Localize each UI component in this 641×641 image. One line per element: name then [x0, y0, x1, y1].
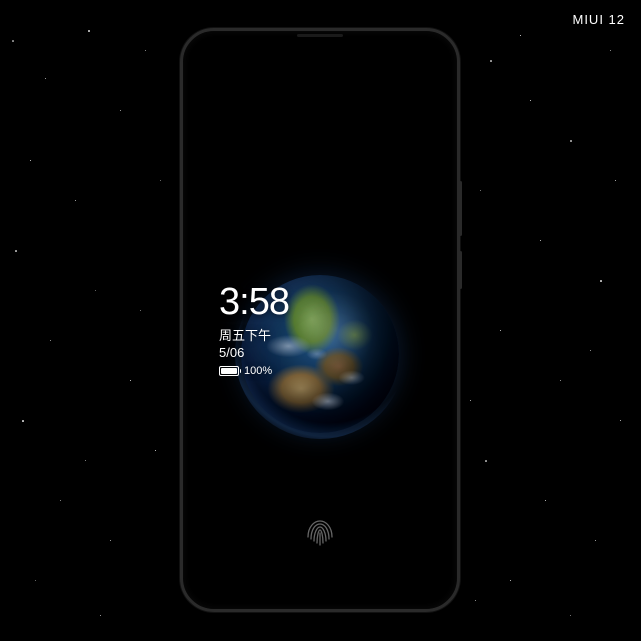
battery-status: 100% — [219, 365, 289, 377]
battery-icon — [219, 366, 239, 376]
day-period: 周五下午 — [219, 325, 289, 344]
date: 5/06 — [219, 345, 289, 360]
phone-frame: 3:58 周五下午 5/06 100% — [180, 28, 460, 612]
volume-button[interactable] — [459, 251, 462, 289]
lock-screen-info: 3:58 周五下午 5/06 100% — [219, 283, 289, 377]
battery-fill — [221, 368, 237, 374]
power-button[interactable] — [459, 181, 462, 236]
phone-screen: 3:58 周五下午 5/06 100% — [191, 39, 449, 601]
speaker-grille — [297, 34, 343, 37]
clock-time: 3:58 — [219, 283, 289, 321]
brand-logo: MIUI 12 — [572, 12, 625, 27]
battery-percent: 100% — [244, 365, 272, 377]
fingerprint-icon[interactable] — [300, 513, 340, 553]
